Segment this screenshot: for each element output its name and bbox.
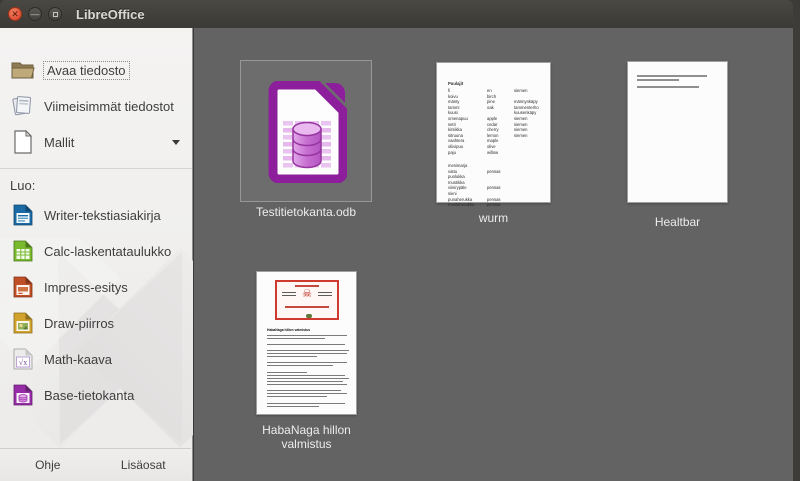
text-line: [637, 79, 679, 81]
calc-icon: [10, 239, 36, 263]
sidebar: Avaa tiedosto Viimeisimmät tiedostot: [0, 28, 193, 481]
sidebar-item-draw[interactable]: Draw-piirros: [0, 305, 192, 341]
sidebar-item-base[interactable]: Base-tietokanta: [0, 377, 192, 413]
sidebar-item-label: Draw-piirros: [44, 316, 114, 331]
recipe-heading: HabaNaga hillon valmistus: [267, 328, 310, 332]
base-document-icon: [267, 81, 347, 183]
wurm-preview-column: mesimarja vattu puolukka mustikka viinir…: [448, 163, 474, 208]
document-label: wurm: [436, 211, 551, 225]
wurm-preview-column: pensas pensas pensas pensas: [487, 163, 501, 208]
wurm-preview-column: fi koivu mänty tammi kuusi omenapuu setr…: [448, 88, 468, 155]
sidebar-footer: Ohje Lisäosat: [0, 448, 191, 481]
extensions-button[interactable]: Lisäosat: [96, 458, 192, 472]
sidebar-item-recent-documents[interactable]: Viimeisimmät tiedostot: [0, 88, 192, 124]
wurm-preview-column: en birch pine oak apple cedar cherry lem…: [487, 88, 499, 155]
sidebar-item-label: Avaa tiedosto: [44, 62, 129, 79]
skull-icon: ☠: [277, 289, 337, 300]
recipe-label-graphic: ☠: [275, 280, 339, 320]
wurm-preview-title: Puulajit: [448, 81, 463, 87]
sidebar-item-label: Writer-tekstiasiakirja: [44, 208, 161, 223]
sidebar-item-label: Base-tietokanta: [44, 388, 134, 403]
base-icon: [10, 383, 36, 407]
recent-documents-icon: [10, 94, 36, 118]
sidebar-item-templates[interactable]: Mallit: [0, 124, 192, 160]
close-icon[interactable]: ✕: [8, 7, 22, 21]
text-line: [637, 86, 699, 88]
sidebar-item-label: Mallit: [44, 135, 74, 150]
open-folder-icon: [10, 58, 36, 82]
sidebar-item-writer[interactable]: Writer-tekstiasiakirja: [0, 197, 192, 233]
libreoffice-start-center-window: ✕ — LibreOffice: [0, 0, 800, 481]
math-icon: √x: [10, 347, 36, 371]
window-title: LibreOffice: [76, 7, 145, 22]
sidebar-item-label: Math-kaava: [44, 352, 112, 367]
writer-icon: [10, 203, 36, 227]
sidebar-item-open-file[interactable]: Avaa tiedosto: [0, 52, 192, 88]
sidebar-item-label: Calc-laskentataulukko: [44, 244, 171, 259]
maximize-icon[interactable]: [48, 7, 62, 21]
chevron-down-icon[interactable]: [172, 140, 180, 145]
sidebar-item-impress[interactable]: Impress-esitys: [0, 269, 192, 305]
sidebar-item-calc[interactable]: Calc-laskentataulukko: [0, 233, 192, 269]
minimize-icon[interactable]: —: [28, 7, 42, 21]
wurm-preview-column: siemen männynkäpy tammenterho kuusenkäpy…: [514, 88, 539, 150]
document-label: Healtbar: [627, 215, 728, 229]
window-controls: ✕ —: [8, 7, 62, 21]
text-line: [637, 75, 707, 77]
sidebar-item-label: Impress-esitys: [44, 280, 128, 295]
window-right-edge: [793, 0, 800, 481]
titlebar: ✕ — LibreOffice: [0, 0, 793, 28]
sidebar-item-math[interactable]: √x Math-kaava: [0, 341, 192, 377]
draw-icon: [10, 311, 36, 335]
pepper-image: [306, 314, 312, 318]
document-thumbnail-healtbar[interactable]: [627, 61, 728, 203]
document-label: Testitietokanta.odb: [240, 205, 372, 219]
sidebar-item-label: Viimeisimmät tiedostot: [44, 99, 174, 114]
document-thumbnail-testitietokanta[interactable]: [240, 60, 372, 202]
create-heading: Luo:: [0, 169, 192, 197]
help-button[interactable]: Ohje: [0, 458, 96, 472]
document-thumbnail-habanaga[interactable]: ☠ HabaNaga hillon valmistus: [256, 271, 357, 415]
document-thumbnail-wurm[interactable]: Puulajit fi koivu mänty tammi kuusi omen…: [436, 62, 551, 203]
document-label: HabaNaga hillon valmistus: [236, 423, 377, 451]
documents-area: Testitietokanta.odb Puulajit fi koivu mä…: [194, 28, 793, 481]
svg-text:√x: √x: [19, 358, 27, 367]
impress-icon: [10, 275, 36, 299]
template-icon: [10, 130, 36, 154]
